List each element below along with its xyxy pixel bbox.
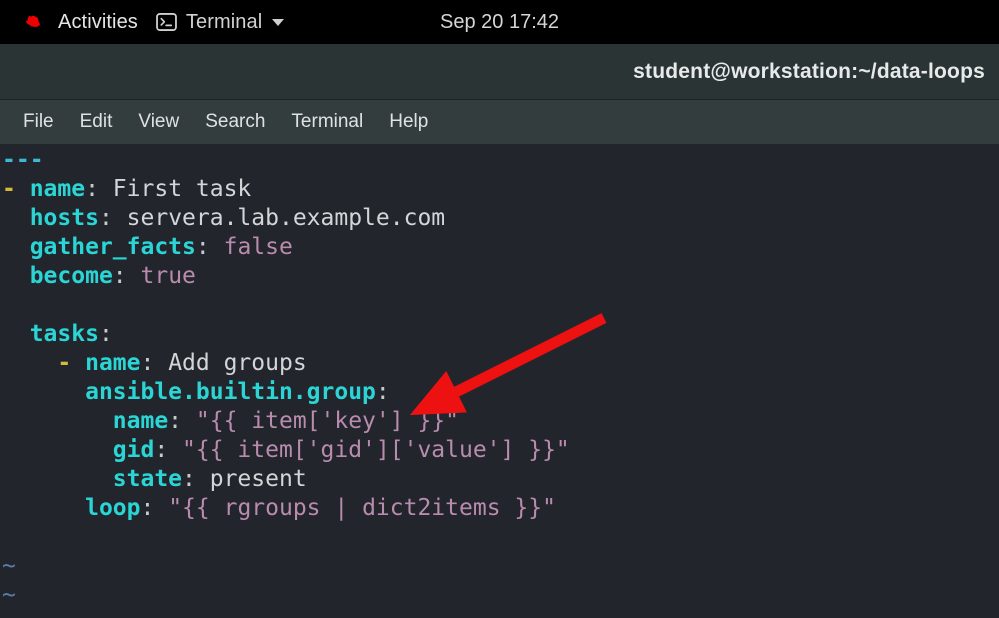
terminal-icon: [156, 13, 177, 31]
code-token: :: [112, 263, 127, 289]
code-token: gather_facts: [29, 234, 196, 260]
code-token: "{{ item['gid']['value'] }}": [182, 437, 570, 463]
activities-label: Activities: [58, 10, 138, 33]
code-token: ~: [2, 611, 16, 618]
code-token: :: [85, 176, 99, 202]
code-token: :: [98, 321, 113, 347]
code-token: become: [29, 263, 113, 289]
code-token: -: [2, 176, 30, 202]
app-menu-label: Terminal: [185, 10, 263, 33]
code-token: ansible.builtin.group: [85, 379, 376, 405]
code-token: :: [98, 205, 113, 231]
window-title-bar[interactable]: student@workstation:~/data-loops: [0, 44, 999, 100]
menu-item-view[interactable]: View: [125, 107, 192, 137]
menu-item-file[interactable]: File: [10, 107, 67, 137]
editor-line: ---: [2, 146, 999, 175]
window-title-label: student@workstation:~/data-loops: [633, 59, 985, 83]
code-token: First task: [98, 176, 252, 202]
code-token: state: [112, 466, 183, 492]
editor-line: become: true: [2, 262, 999, 291]
clock-label[interactable]: Sep 20 17:42: [440, 11, 559, 34]
app-menu-terminal[interactable]: Terminal: [147, 0, 293, 44]
code-token: "{{ item['key'] }}": [195, 408, 459, 434]
editor-line: ~: [2, 581, 999, 610]
code-token: :: [140, 350, 155, 376]
code-token: :: [168, 408, 183, 434]
code-token: loop: [85, 495, 141, 521]
code-token: name: [29, 176, 86, 202]
redhat-logo-icon: [23, 12, 49, 32]
menu-item-terminal[interactable]: Terminal: [278, 107, 376, 137]
code-token: true: [140, 263, 196, 289]
editor-line: gather_facts: false: [2, 233, 999, 262]
code-token: "{{ rgroups | dict2items }}": [168, 495, 556, 521]
code-token: ---: [2, 147, 44, 173]
editor-line: tasks:: [2, 320, 999, 349]
code-token: name: [112, 408, 169, 434]
menu-item-search[interactable]: Search: [192, 107, 278, 137]
code-token: -: [2, 350, 86, 376]
editor-line: ~: [2, 552, 999, 581]
editor-line: state: present: [2, 465, 999, 494]
menu-item-help[interactable]: Help: [376, 107, 441, 137]
code-token: tasks: [29, 321, 99, 347]
editor-line: - name: Add groups: [2, 349, 999, 378]
code-token: :: [182, 466, 196, 492]
activities-button[interactable]: Activities: [14, 0, 147, 44]
code-token: :: [140, 495, 155, 521]
code-token: Add groups: [154, 350, 307, 376]
code-token: hosts: [29, 205, 99, 231]
desktop-screen: Activities Terminal Sep 20 17:42 student…: [0, 0, 999, 618]
code-token: servera.lab.example.com: [112, 205, 446, 231]
editor-line: hosts: servera.lab.example.com: [2, 204, 999, 233]
menu-bar: File Edit View Search Terminal Help: [0, 100, 999, 144]
editor-line: gid: "{{ item['gid']['value'] }}": [2, 436, 999, 465]
code-token: ~: [2, 582, 16, 608]
code-token: :: [195, 234, 210, 260]
code-token: present: [195, 466, 307, 492]
code-token: gid: [112, 437, 155, 463]
editor-line: ~: [2, 610, 999, 618]
code-token: false: [223, 234, 293, 260]
code-token: :: [375, 379, 390, 405]
terminal-text-area[interactable]: --- - name: First task hosts: servera.lab…: [0, 144, 999, 618]
code-token: ~: [2, 553, 16, 579]
top-bar-left-group: Activities Terminal: [0, 0, 293, 44]
chevron-down-icon[interactable]: [272, 18, 285, 26]
code-token: :: [154, 437, 169, 463]
code-token: name: [85, 350, 141, 376]
menu-item-edit[interactable]: Edit: [67, 107, 126, 137]
editor-line: loop: "{{ rgroups | dict2items }}": [2, 494, 999, 523]
gnome-top-bar: Activities Terminal Sep 20 17:42: [0, 0, 999, 44]
editor-line: name: "{{ item['key'] }}": [2, 407, 999, 436]
editor-line: ansible.builtin.group:: [2, 378, 999, 407]
editor-line: - name: First task: [2, 175, 999, 204]
